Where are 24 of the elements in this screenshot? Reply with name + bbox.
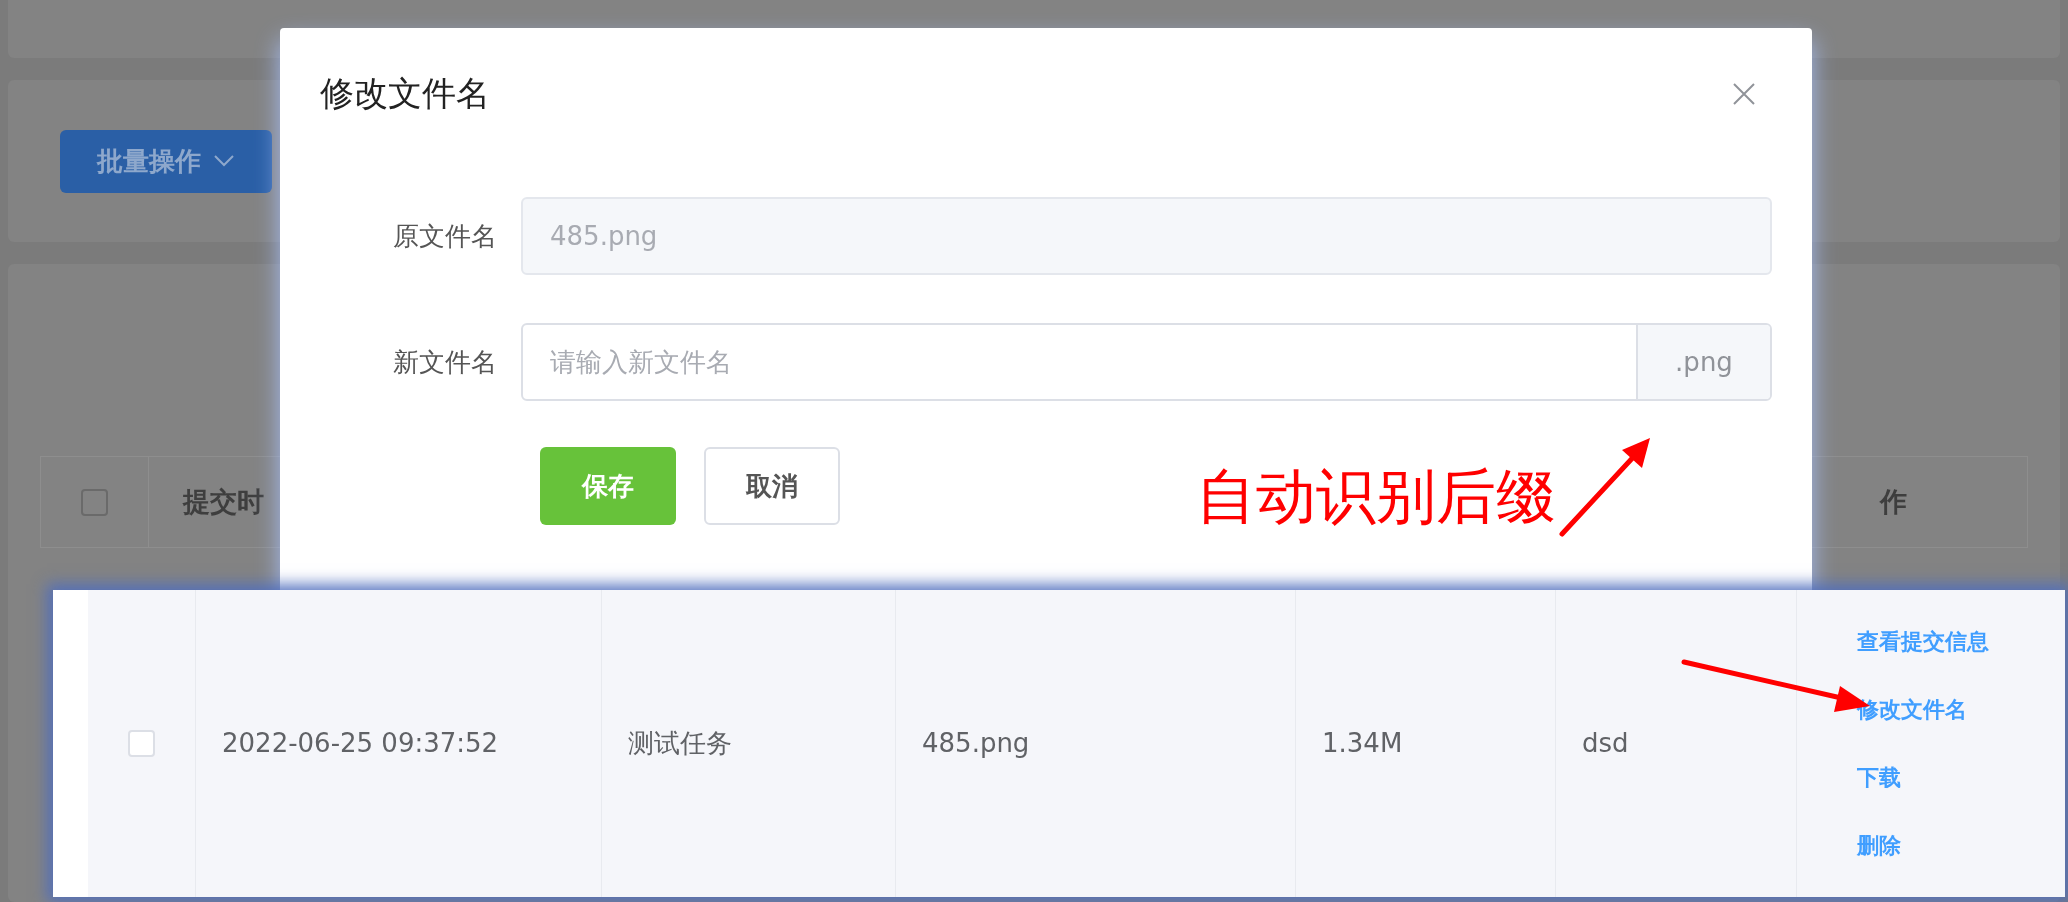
save-button[interactable]: 保存 [540,447,676,525]
table-cell-text: 测试任务 [628,727,732,760]
field-label: 新文件名 [392,345,497,379]
column-header: 作 [1880,484,1907,519]
column-header: 提交时 [183,484,264,519]
close-icon[interactable] [1732,81,1756,106]
text-input[interactable]: 请输入新文件名 [523,325,1636,399]
action-link[interactable]: 删除 [1857,834,2065,857]
row-checkbox[interactable] [128,730,155,757]
annotation-text: 自动识别后缀 [1196,466,1556,526]
table-cell-text: dsd [1582,727,1629,760]
batch-button[interactable]: 批量操作 [60,129,272,193]
table-cell-text: 485.png [922,727,1030,760]
header-checkbox[interactable] [81,488,108,516]
suffix-label: .png [1636,325,1770,399]
dialog-title: 修改文件名 [320,72,490,115]
action-link[interactable]: 查看提交信息 [1857,630,2065,653]
table-cell-text: 1.34M [1322,727,1403,760]
cancel-button[interactable]: 取消 [704,447,840,525]
new-name-field[interactable]: 请输入新文件名 .png [521,323,1772,401]
table-cell-text: 2022-06-25 09:37:52 [222,727,499,760]
action-link[interactable]: 下载 [1857,766,2065,789]
chevron-down-icon [213,154,235,168]
field-label: 原文件名 [392,219,497,253]
